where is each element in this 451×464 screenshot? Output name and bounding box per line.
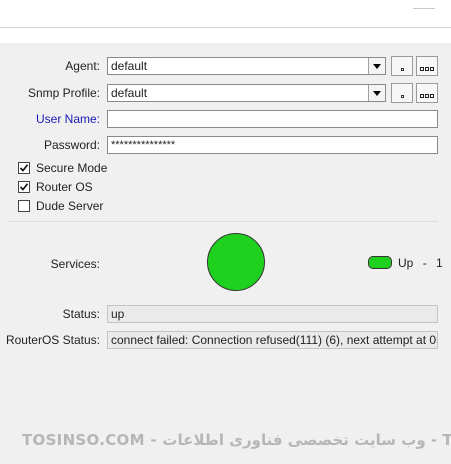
secure-mode-checkbox[interactable] xyxy=(18,162,30,174)
chevron-down-icon xyxy=(373,63,381,69)
services-legend-swatch xyxy=(368,256,392,269)
snmp-profile-more-button[interactable] xyxy=(416,83,438,103)
status-label: Status: xyxy=(62,307,100,321)
snmp-profile-select[interactable]: default xyxy=(107,84,386,102)
routeros-status-value: connect failed: Connection refused(111) … xyxy=(107,331,438,349)
ellipsis-icon xyxy=(420,67,434,71)
services-legend: Up - 1 xyxy=(398,255,443,271)
chevron-down-icon xyxy=(373,90,381,96)
agent-label: Agent: xyxy=(65,59,100,73)
snmp-profile-select-value: default xyxy=(111,86,148,100)
router-os-label: Router OS xyxy=(36,180,93,194)
watermark: TOSINSO.COM - وب سایت تخصصی فناوری اطلاع… xyxy=(22,431,451,449)
agent-select-value: default xyxy=(111,59,148,73)
router-os-checkbox[interactable] xyxy=(18,181,30,193)
top-divider xyxy=(0,27,451,28)
section-divider xyxy=(8,221,438,222)
services-label: Services: xyxy=(50,257,100,271)
status-value: up xyxy=(107,305,438,323)
password-input[interactable]: *************** xyxy=(107,136,438,154)
agent-more-button[interactable] xyxy=(416,56,438,76)
window-top-bar xyxy=(0,0,451,26)
user-name-label: User Name: xyxy=(35,112,100,126)
services-status-circle xyxy=(207,233,265,291)
services-legend-separator: - xyxy=(422,256,427,270)
checkmark-icon xyxy=(19,183,29,191)
dude-server-checkbox[interactable] xyxy=(18,200,30,212)
checkmark-icon xyxy=(19,164,29,172)
agent-dropdown-button[interactable] xyxy=(368,58,385,74)
snmp-profile-dropdown-button[interactable] xyxy=(368,85,385,101)
ellipsis-icon xyxy=(420,94,434,98)
services-legend-count: 1 xyxy=(436,256,443,270)
user-name-input[interactable] xyxy=(107,110,438,128)
agent-unset-button[interactable] xyxy=(391,56,413,76)
password-label: Password: xyxy=(43,138,100,152)
top-bar-mark xyxy=(413,8,435,9)
services-legend-state: Up xyxy=(398,256,414,270)
routeros-status-label: RouterOS Status: xyxy=(5,333,100,347)
snmp-profile-unset-button[interactable] xyxy=(391,83,413,103)
square-icon xyxy=(400,95,404,98)
agent-select[interactable]: default xyxy=(107,57,386,75)
square-icon xyxy=(400,68,404,71)
dude-server-label: Dude Server xyxy=(36,199,104,213)
snmp-profile-label: Snmp Profile: xyxy=(27,86,100,100)
secure-mode-label: Secure Mode xyxy=(36,161,108,175)
